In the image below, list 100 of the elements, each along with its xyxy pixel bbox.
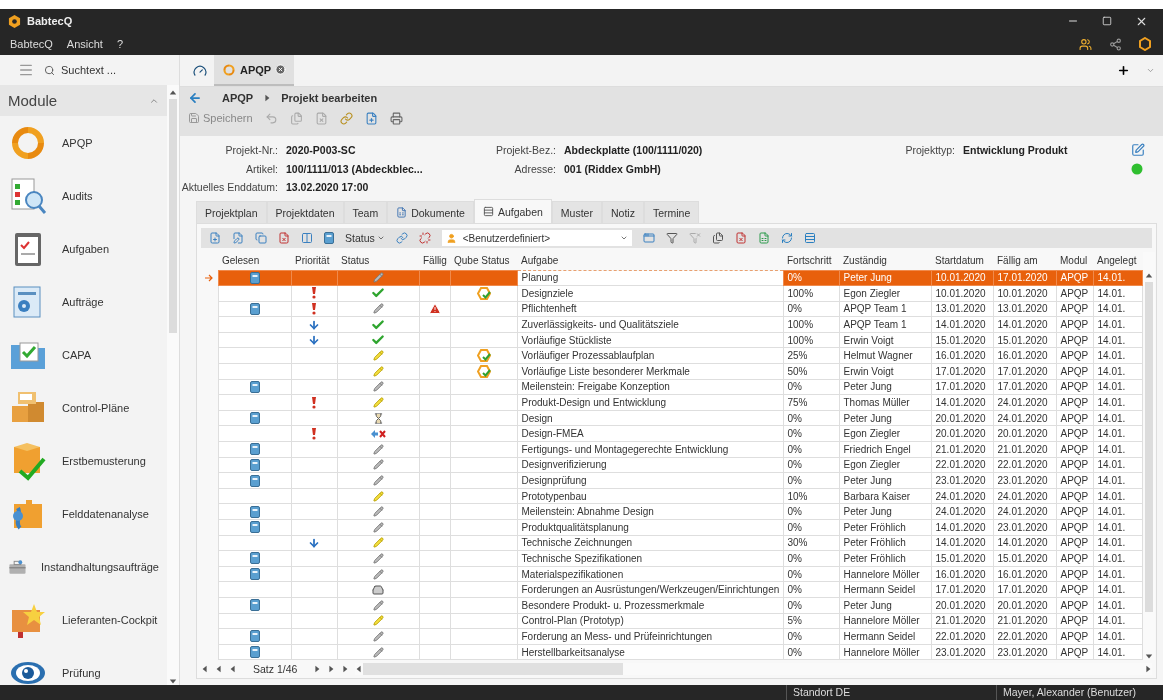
delete-icon[interactable] xyxy=(734,232,747,244)
tab[interactable]: Aufgaben xyxy=(473,199,552,223)
table-cell: 23.01.2020 xyxy=(993,644,1056,660)
status-dropdown[interactable]: Status xyxy=(345,232,385,244)
table-cell: 14.01. xyxy=(1093,270,1142,286)
notebook-icon xyxy=(249,552,260,565)
table-cell: 0% xyxy=(783,425,839,442)
table-cell: 14.01.2020 xyxy=(931,316,993,333)
tab[interactable]: Notiz xyxy=(601,201,644,223)
tab[interactable]: Projektdaten xyxy=(266,201,344,223)
window-icon[interactable] xyxy=(642,232,655,244)
pencil-icon xyxy=(372,599,384,611)
copy-icon[interactable] xyxy=(255,232,267,244)
table-cell: 24.01.2020 xyxy=(931,488,993,504)
table-cell: 50% xyxy=(783,363,839,380)
edit-icon[interactable] xyxy=(1131,143,1145,157)
menu-item[interactable]: ? xyxy=(110,36,129,52)
table-cell: 75% xyxy=(783,394,839,411)
filter-dropdown[interactable]: <Benutzerdefiniert> xyxy=(441,230,632,246)
copy-icon[interactable] xyxy=(711,232,724,244)
breadcrumb-link[interactable]: APQP xyxy=(222,91,254,104)
filter-icon[interactable] xyxy=(665,232,678,244)
menu-item[interactable]: Ansicht xyxy=(60,36,109,52)
table-cell: Peter Jung xyxy=(839,597,931,614)
notebook-icon xyxy=(249,474,260,487)
tab[interactable]: Muster xyxy=(551,201,602,223)
table-cell: Helmut Wagner xyxy=(839,347,931,364)
table-cell: 14.01. xyxy=(1093,316,1142,333)
table-cell: 22.01.2020 xyxy=(931,457,993,473)
menu-item[interactable]: BabtecQ xyxy=(4,36,59,52)
pencil-icon xyxy=(372,521,384,533)
gauge-icon xyxy=(193,63,207,78)
notebook-icon xyxy=(249,646,260,659)
scroll-down-icon[interactable] xyxy=(1144,652,1153,661)
scroll-up-icon[interactable] xyxy=(1144,272,1153,280)
field-value: Abdeckplatte (100/1111/020) xyxy=(564,144,704,156)
table-cell: Peter Jung xyxy=(839,472,931,489)
pencil-icon xyxy=(372,443,384,455)
table-cell: Peter Fröhlich xyxy=(839,550,931,567)
columns-icon[interactable] xyxy=(301,232,313,244)
table-cell: 20.01.2020 xyxy=(993,425,1056,442)
menu-icon[interactable] xyxy=(18,62,34,78)
table-cell: APQP xyxy=(1056,488,1093,504)
rows-icon[interactable] xyxy=(803,232,816,244)
table-cell: APQP xyxy=(1056,550,1093,567)
arrow-cross-icon xyxy=(370,428,386,439)
previous-icon[interactable] xyxy=(229,665,237,674)
link-icon[interactable] xyxy=(395,232,408,244)
users-icon xyxy=(1078,37,1092,51)
document-tab[interactable]: APQP xyxy=(214,55,295,86)
next-page-icon[interactable] xyxy=(327,665,336,674)
table-cell: 20.01.2020 xyxy=(931,425,993,442)
table-cell: 24.01.2020 xyxy=(993,394,1056,411)
table-cell xyxy=(291,550,337,567)
table-cell: 14.01. xyxy=(1093,441,1142,458)
tab[interactable]: Projektplan xyxy=(196,201,267,223)
pencil-icon xyxy=(372,381,384,393)
hexagon-check-icon xyxy=(476,286,491,300)
first-page-icon[interactable] xyxy=(201,665,209,674)
back-icon[interactable] xyxy=(188,90,202,105)
pencil-icon xyxy=(372,490,384,502)
new-document-icon[interactable] xyxy=(209,232,221,244)
table-cell: 21.01.2020 xyxy=(993,613,1056,629)
refresh-icon[interactable] xyxy=(780,232,793,244)
table-cell xyxy=(291,379,337,395)
table-cell: Erwin Voigt xyxy=(839,363,931,380)
close-icon[interactable] xyxy=(275,64,287,75)
table-cell: 23.01.2020 xyxy=(931,644,993,660)
scrollbar[interactable] xyxy=(167,85,179,685)
table-cell: APQP xyxy=(1056,644,1093,660)
table-cell: 17.01.2020 xyxy=(993,363,1056,380)
scroll-up-icon[interactable] xyxy=(169,89,177,97)
scroll-right-icon[interactable] xyxy=(1144,665,1152,674)
table-cell: 24.01.2020 xyxy=(993,503,1056,520)
edit-document-icon[interactable] xyxy=(232,232,244,244)
table-cell: APQP xyxy=(1056,503,1093,520)
search-field[interactable]: Suchtext ... xyxy=(59,63,159,77)
spreadsheet-icon[interactable] xyxy=(757,232,770,244)
tab[interactable]: Termine xyxy=(643,201,700,223)
separator-icon[interactable] xyxy=(263,93,272,102)
unlink-icon[interactable] xyxy=(418,232,431,244)
person-icon xyxy=(445,232,457,244)
next-icon[interactable] xyxy=(313,665,322,674)
table-cell: 0% xyxy=(783,628,839,645)
table-cell xyxy=(291,488,337,504)
new-document-icon[interactable] xyxy=(364,111,378,125)
last-page-icon[interactable] xyxy=(341,665,350,674)
table-cell: 10.01.2020 xyxy=(931,285,993,302)
scroll-left-icon[interactable] xyxy=(355,665,364,674)
field-label: Aktuelles Enddatum: xyxy=(180,181,278,193)
tab[interactable]: Team xyxy=(343,201,388,223)
print-icon[interactable] xyxy=(389,111,403,125)
table-cell: 21.01.2020 xyxy=(931,613,993,629)
link-icon[interactable] xyxy=(339,111,353,125)
previous-page-icon[interactable] xyxy=(215,665,223,674)
table-cell: 17.01.2020 xyxy=(993,379,1056,395)
table-cell: 24.01.2020 xyxy=(993,410,1056,426)
tab[interactable]: Dokumente xyxy=(387,201,474,223)
delete-document-icon[interactable] xyxy=(278,232,290,244)
notebook-icon xyxy=(249,521,260,534)
